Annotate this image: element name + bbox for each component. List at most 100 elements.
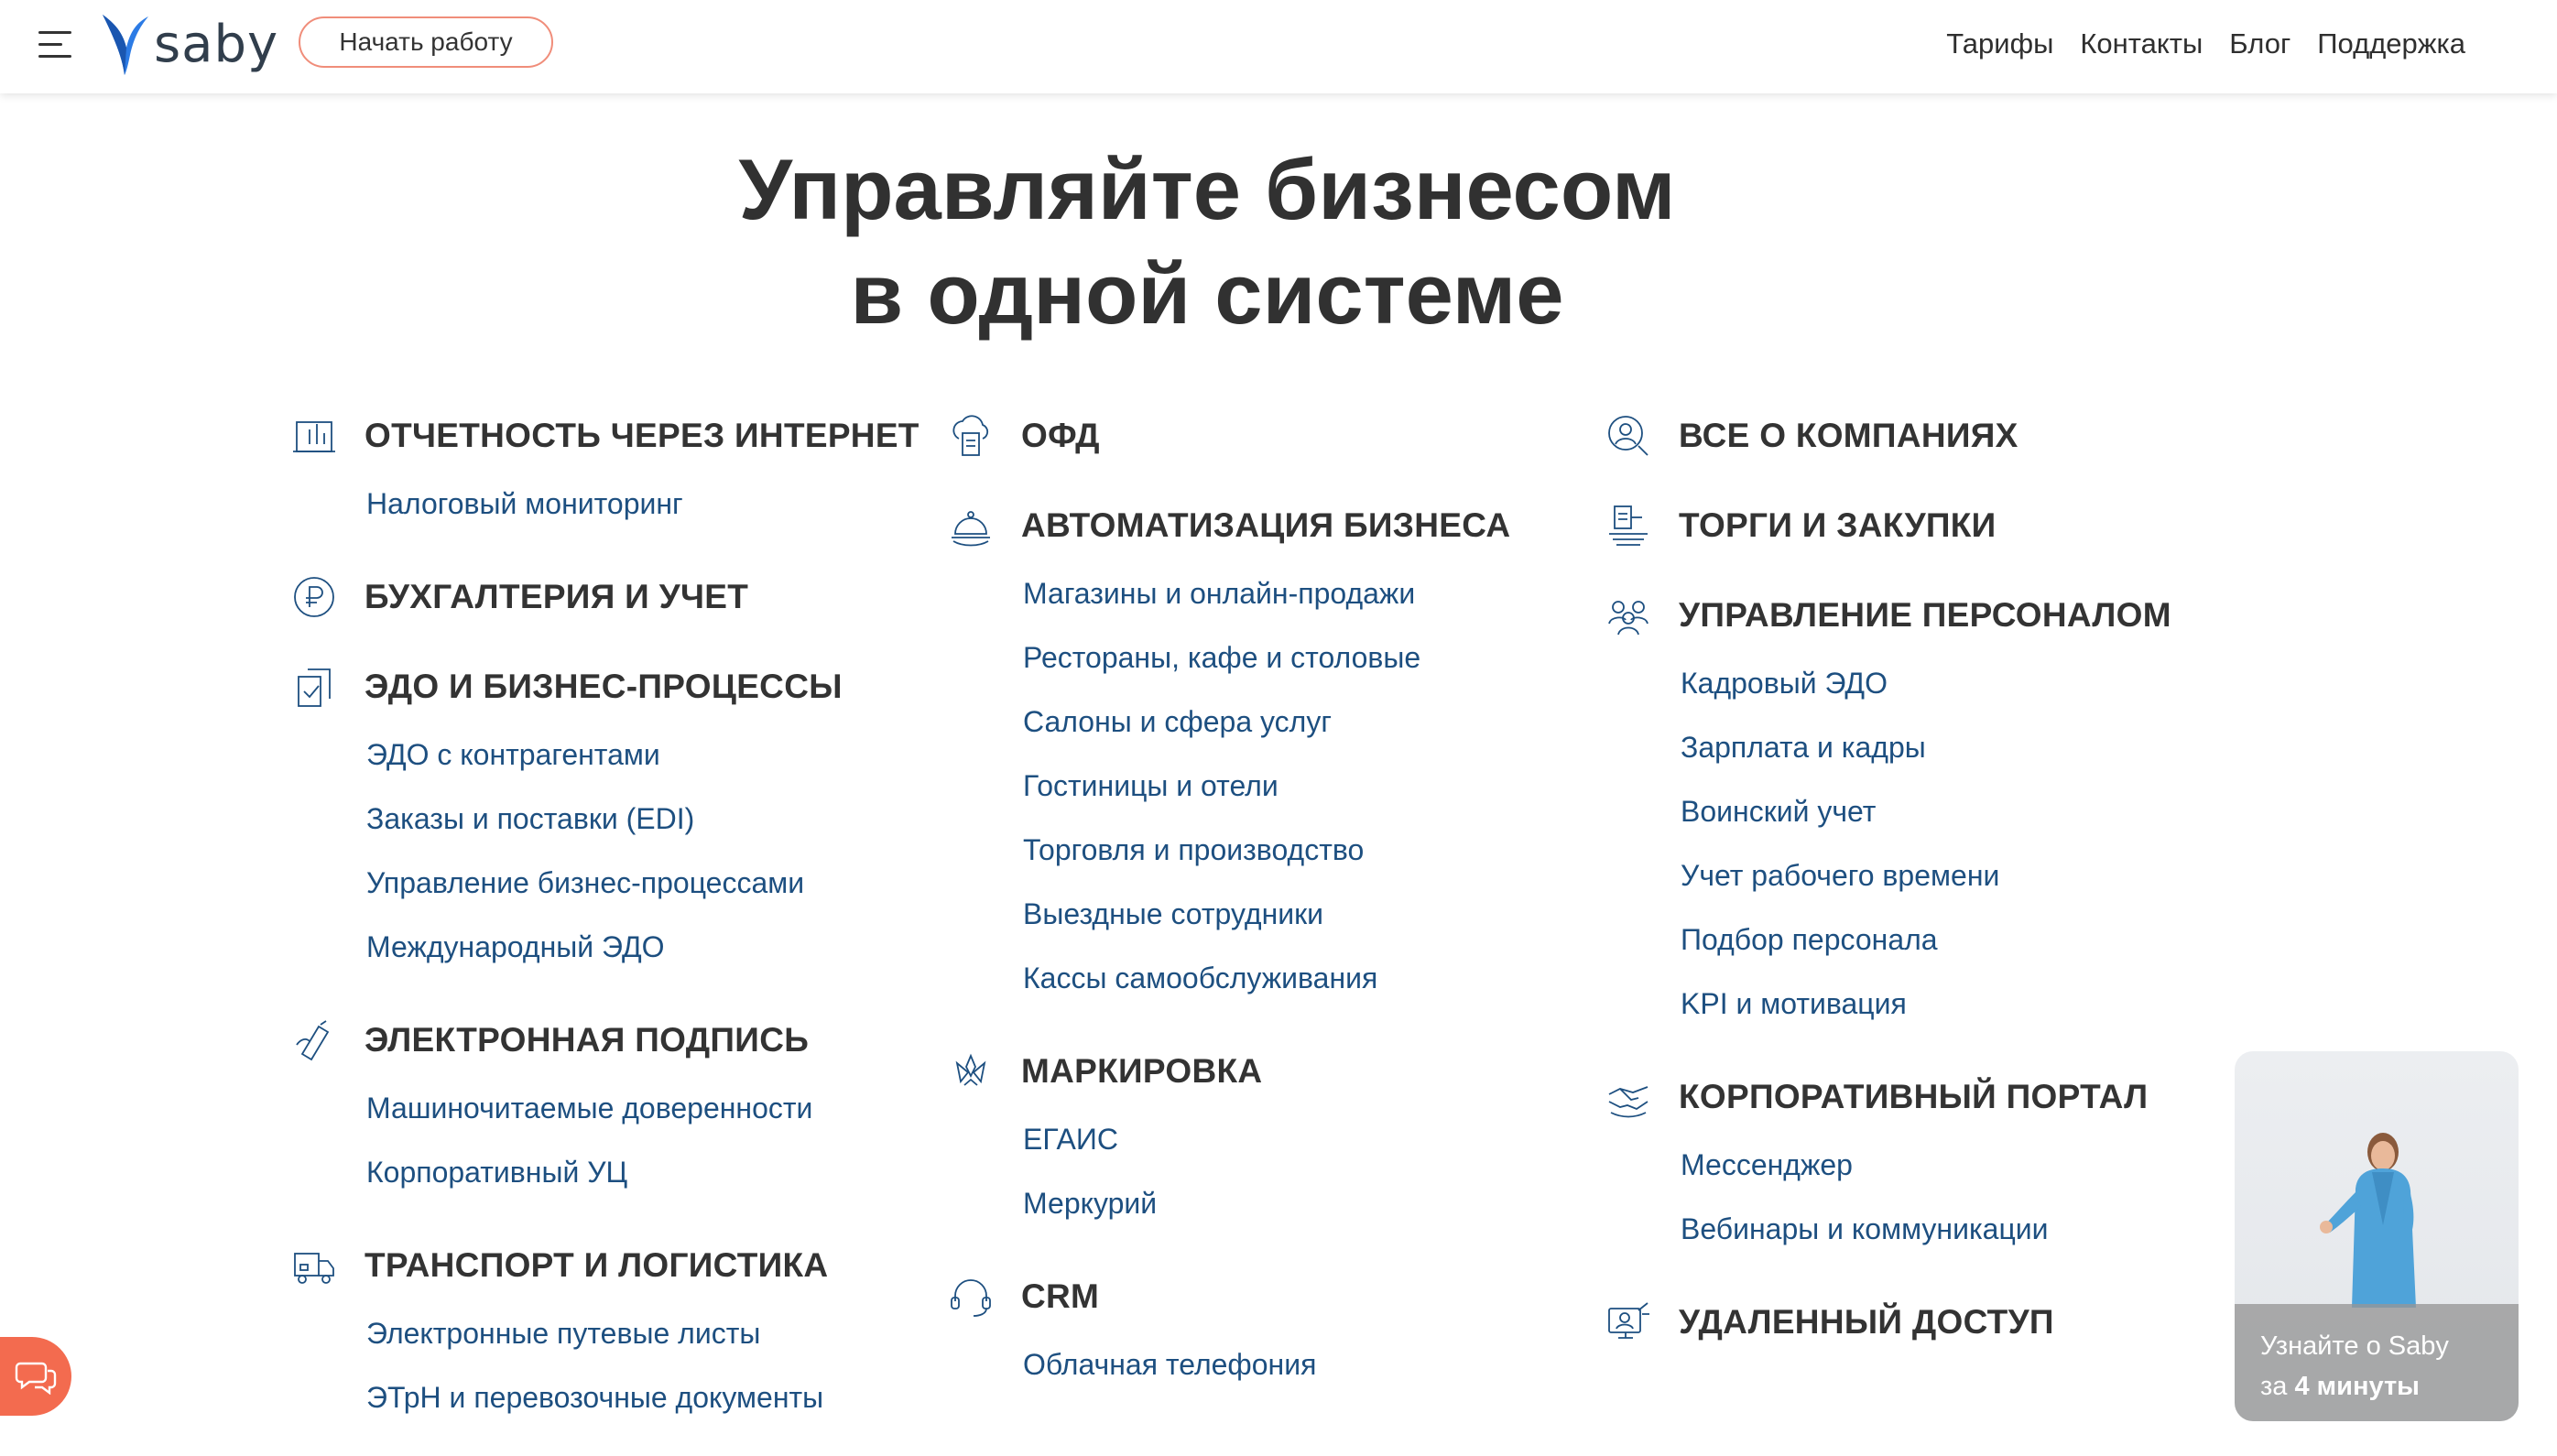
section-title: АВТОМАТИЗАЦИЯ БИЗНЕСА (1021, 506, 1511, 544)
link-restaurants[interactable]: Рестораны, кафе и столовые (1023, 630, 1605, 694)
column-3: ВСЕ О КОМПАНИЯХ ТОРГИ И ЗАКУПКИ УПРАВЛЕН… (1604, 403, 2263, 1379)
link-recruiting[interactable]: Подбор персонала (1681, 912, 2263, 976)
link-field-staff[interactable]: Выездные сотрудники (1023, 886, 1605, 951)
video-promo-card[interactable]: Узнайте о Saby за 4 минуты (2235, 1051, 2519, 1421)
section-companies: ВСЕ О КОМПАНИЯХ (1604, 403, 2263, 469)
section-title: ЭДО И БИЗНЕС-ПРОЦЕССЫ (365, 668, 843, 705)
section-header[interactable]: УДАЛЕННЫЙ ДОСТУП (1604, 1289, 2263, 1355)
link-self-checkout[interactable]: Кассы самообслуживания (1023, 951, 1605, 1015)
section-title: ВСЕ О КОМПАНИЯХ (1679, 417, 2018, 454)
link-trade[interactable]: Торговля и производство (1023, 822, 1605, 886)
promo-caption-line2: за 4 минуты (2260, 1366, 2493, 1407)
link-etrn[interactable]: ЭТрН и перевозочные документы (366, 1370, 949, 1434)
link-military[interactable]: Воинский учет (1681, 784, 2263, 848)
section-header[interactable]: ВСЕ О КОМПАНИЯХ (1604, 403, 2263, 469)
link-messenger[interactable]: Мессенджер (1681, 1137, 2263, 1201)
section-portal: КОРПОРАТИВНЫЙ ПОРТАЛ Мессенджер Вебинары… (1604, 1064, 2263, 1266)
chat-button[interactable] (0, 1337, 71, 1416)
link-mercury[interactable]: Меркурий (1023, 1176, 1605, 1240)
link-salons[interactable]: Салоны и сфера услуг (1023, 694, 1605, 758)
section-header[interactable]: ОФД (946, 403, 1605, 469)
section-links: Мессенджер Вебинары и коммуникации (1604, 1137, 2263, 1266)
section-links: ЭДО с контрагентами Заказы и поставки (E… (289, 727, 949, 983)
cloud-receipt-icon (946, 411, 996, 461)
link-kpi[interactable]: KPI и мотивация (1681, 976, 2263, 1040)
section-links: ЕГАИС Меркурий (946, 1112, 1605, 1240)
section-header[interactable]: АВТОМАТИЗАЦИЯ БИЗНЕСА (946, 493, 1605, 559)
link-edi[interactable]: Заказы и поставки (EDI) (366, 791, 949, 855)
section-reporting: ОТЧЕТНОСТЬ ЧЕРЕЗ ИНТЕРНЕТ Налоговый мони… (289, 403, 949, 540)
nav-blog[interactable]: Блог (2229, 27, 2290, 60)
section-transport: ТРАНСПОРТ И ЛОГИСТИКА Электронные путевы… (289, 1233, 949, 1434)
link-bpm[interactable]: Управление бизнес-процессами (366, 855, 949, 919)
column-1: ОТЧЕТНОСТЬ ЧЕРЕЗ ИНТЕРНЕТ Налоговый мони… (289, 403, 949, 1456)
section-header[interactable]: УПРАВЛЕНИЕ ПЕРСОНАЛОМ (1604, 582, 2263, 648)
section-staff: УПРАВЛЕНИЕ ПЕРСОНАЛОМ Кадровый ЭДО Зарпл… (1604, 582, 2263, 1040)
presenter-image (2320, 1133, 2416, 1308)
section-title: ЭЛЕКТРОННАЯ ПОДПИСЬ (365, 1021, 810, 1059)
section-links: Облачная телефония (946, 1337, 1605, 1401)
section-links: Электронные путевые листы ЭТрН и перевоз… (289, 1306, 949, 1434)
link-machine-poa[interactable]: Машиночитаемые доверенности (366, 1081, 949, 1145)
link-egais[interactable]: ЕГАИС (1023, 1112, 1605, 1176)
section-title: CRM (1021, 1277, 1100, 1315)
section-header[interactable]: ЭЛЕКТРОННАЯ ПОДПИСЬ (289, 1007, 949, 1073)
section-marking: МАРКИРОВКА ЕГАИС Меркурий (946, 1038, 1605, 1240)
report-icon (289, 411, 339, 461)
section-header[interactable]: ТРАНСПОРТ И ЛОГИСТИКА (289, 1233, 949, 1298)
page-title-line1: Управляйте бизнесом (738, 141, 1676, 237)
section-title: БУХГАЛТЕРИЯ И УЧЕТ (365, 578, 749, 615)
link-corp-ca[interactable]: Корпоративный УЦ (366, 1145, 949, 1209)
link-cloud-telephony[interactable]: Облачная телефония (1023, 1337, 1605, 1401)
link-time-tracking[interactable]: Учет рабочего времени (1681, 848, 2263, 912)
section-remote: УДАЛЕННЫЙ ДОСТУП (1604, 1289, 2263, 1355)
section-links: Машиночитаемые доверенности Корпоративны… (289, 1081, 949, 1209)
marking-icon (946, 1047, 996, 1096)
section-automation: АВТОМАТИЗАЦИЯ БИЗНЕСА Магазины и онлайн-… (946, 493, 1605, 1015)
chat-icon (15, 1362, 57, 1395)
menu-icon[interactable] (38, 31, 73, 59)
link-waybills[interactable]: Электронные путевые листы (366, 1306, 949, 1370)
promo-caption-line1: Узнайте о Saby (2260, 1331, 2449, 1361)
section-header[interactable]: КОРПОРАТИВНЫЙ ПОРТАЛ (1604, 1064, 2263, 1130)
section-title: ОФД (1021, 417, 1100, 454)
document-flow-icon (289, 662, 339, 712)
section-signature: ЭЛЕКТРОННАЯ ПОДПИСЬ Машиночитаемые довер… (289, 1007, 949, 1209)
staff-icon (1604, 591, 1653, 640)
section-links: Магазины и онлайн-продажи Рестораны, каф… (946, 566, 1605, 1015)
top-header: saby Начать работу Тарифы Контакты Блог … (0, 0, 2557, 93)
nav-support[interactable]: Поддержка (2317, 27, 2465, 60)
promo-caption: Узнайте о Saby за 4 минуты (2235, 1304, 2519, 1421)
link-shops[interactable]: Магазины и онлайн-продажи (1023, 566, 1605, 630)
saby-bird-icon (103, 15, 148, 75)
section-title: ТОРГИ И ЗАКУПКИ (1679, 506, 1997, 544)
section-header[interactable]: CRM (946, 1264, 1605, 1330)
section-title: МАРКИРОВКА (1021, 1052, 1263, 1090)
link-intl-edo[interactable]: Международный ЭДО (366, 919, 949, 983)
section-links: Налоговый мониторинг (289, 476, 949, 540)
section-crm: CRM Облачная телефония (946, 1264, 1605, 1401)
start-button[interactable]: Начать работу (299, 16, 553, 68)
nav-contacts[interactable]: Контакты (2080, 27, 2203, 60)
section-edo: ЭДО И БИЗНЕС-ПРОЦЕССЫ ЭДО с контрагентам… (289, 654, 949, 983)
company-search-icon (1604, 411, 1653, 461)
promo-caption-prefix: за (2260, 1372, 2295, 1401)
link-tax-monitoring[interactable]: Налоговый мониторинг (366, 476, 949, 540)
nav-tariffs[interactable]: Тарифы (1946, 27, 2053, 60)
section-header[interactable]: ЭДО И БИЗНЕС-ПРОЦЕССЫ (289, 654, 949, 720)
page-title-line2: в одной системе (850, 245, 1564, 342)
section-tenders: ТОРГИ И ЗАКУПКИ (1604, 493, 2263, 559)
link-edo-contractors[interactable]: ЭДО с контрагентами (366, 727, 949, 791)
section-header[interactable]: ОТЧЕТНОСТЬ ЧЕРЕЗ ИНТЕРНЕТ (289, 403, 949, 469)
section-header[interactable]: БУХГАЛТЕРИЯ И УЧЕТ (289, 564, 949, 630)
link-hr-edo[interactable]: Кадровый ЭДО (1681, 656, 2263, 720)
saby-logo[interactable]: saby (99, 9, 278, 79)
section-header[interactable]: ТОРГИ И ЗАКУПКИ (1604, 493, 2263, 559)
cloche-icon (946, 501, 996, 550)
link-hotels[interactable]: Гостиницы и отели (1023, 758, 1605, 822)
promo-caption-duration: 4 минуты (2294, 1372, 2420, 1401)
section-header[interactable]: МАРКИРОВКА (946, 1038, 1605, 1104)
section-title: КОРПОРАТИВНЫЙ ПОРТАЛ (1679, 1078, 2149, 1115)
link-salary[interactable]: Зарплата и кадры (1681, 720, 2263, 784)
link-webinars[interactable]: Вебинары и коммуникации (1681, 1201, 2263, 1266)
